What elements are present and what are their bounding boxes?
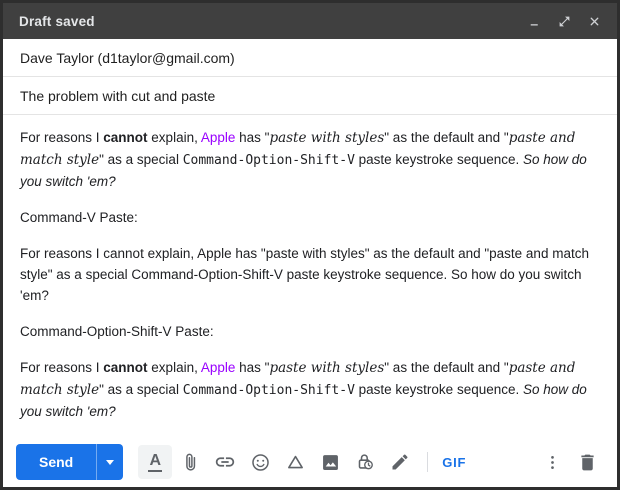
- trash-icon: [577, 452, 598, 473]
- recipient-value: Dave Taylor (d1taylor@gmail.com): [20, 49, 235, 66]
- lock-clock-icon: [354, 451, 376, 473]
- formatting-options-button[interactable]: A: [138, 445, 173, 479]
- attach-files-button[interactable]: [173, 445, 207, 479]
- insert-gif-button[interactable]: GIF: [438, 455, 470, 470]
- send-split-button: Send: [16, 444, 124, 480]
- drive-triangle-icon: [285, 452, 306, 473]
- discard-draft-button[interactable]: [570, 445, 604, 479]
- compose-titlebar[interactable]: Draft saved: [3, 3, 617, 39]
- paperclip-icon: [180, 452, 201, 473]
- send-button[interactable]: Send: [16, 444, 97, 480]
- formatting-a-icon: A: [148, 452, 163, 472]
- open-in-full-icon: [558, 15, 571, 28]
- subject-field[interactable]: The problem with cut and paste: [3, 77, 617, 115]
- emoji-smiley-icon: [250, 452, 271, 473]
- link-icon: [214, 451, 236, 473]
- insert-photo-button[interactable]: [313, 445, 347, 479]
- insert-signature-button[interactable]: [383, 445, 417, 479]
- insert-link-button[interactable]: [208, 445, 242, 479]
- heading-command-option-shift-v: Command-Option-Shift-V Paste:: [20, 324, 214, 339]
- compose-toolbar: Send A GIF: [3, 437, 617, 487]
- pen-icon: [390, 452, 410, 472]
- recipient-field[interactable]: Dave Taylor (d1taylor@gmail.com): [3, 39, 617, 77]
- insert-emoji-button[interactable]: [243, 445, 277, 479]
- subject-value: The problem with cut and paste: [20, 87, 216, 104]
- popout-button[interactable]: [558, 15, 571, 28]
- heading-command-v: Command-V Paste:: [20, 210, 138, 225]
- confidential-mode-button[interactable]: [348, 445, 382, 479]
- photo-icon: [320, 452, 341, 473]
- minimize-button[interactable]: [528, 15, 541, 28]
- toolbar-divider: [427, 452, 429, 472]
- insert-from-drive-button[interactable]: [278, 445, 312, 479]
- send-options-button[interactable]: [96, 444, 124, 480]
- styled-paragraph-2: For reasons I cannot explain, Apple has …: [20, 360, 587, 419]
- more-options-button[interactable]: [535, 445, 569, 479]
- message-body[interactable]: For reasons I cannot explain, Apple has …: [3, 115, 617, 437]
- close-icon: [588, 15, 601, 28]
- minimize-icon: [528, 15, 541, 28]
- draft-status-text: Draft saved: [19, 13, 95, 29]
- window-controls: [528, 15, 601, 28]
- vertical-dots-icon: [543, 453, 562, 472]
- chevron-down-icon: [106, 459, 115, 465]
- compose-window: Draft saved Dave Taylor (d1taylor@gmail.…: [0, 0, 620, 490]
- styled-paragraph-1: For reasons I cannot explain, Apple has …: [20, 130, 587, 189]
- close-button[interactable]: [588, 15, 601, 28]
- plain-paragraph: For reasons I cannot explain, Apple has …: [20, 246, 589, 303]
